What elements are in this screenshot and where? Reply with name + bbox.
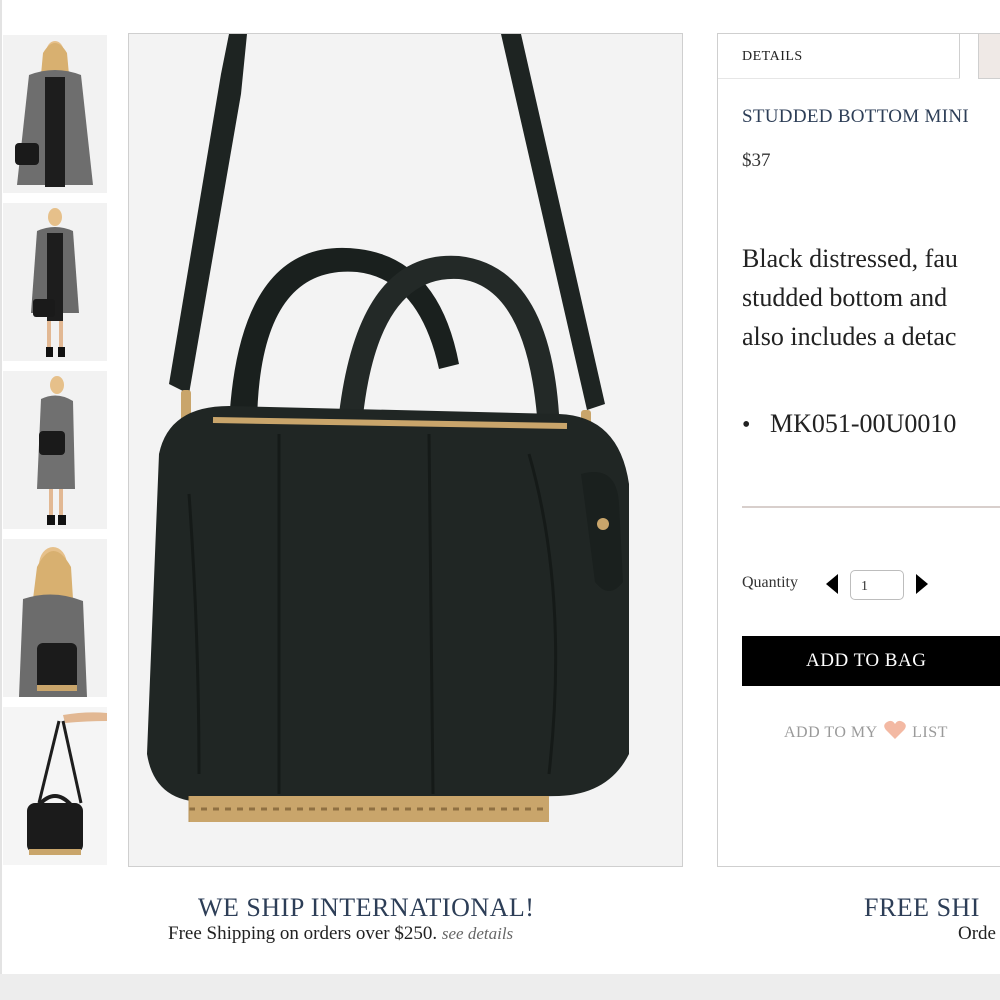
- description-line-3: also includes a detac: [742, 322, 957, 351]
- product-attributes: MK051-00U0010: [742, 409, 956, 439]
- thumbnail-4[interactable]: [2, 538, 108, 698]
- tab-secondary[interactable]: [978, 34, 1000, 79]
- product-description: Black distressed, fau studded bottom and…: [742, 239, 1000, 356]
- promo-free-shipping-text: Free Shipping on orders over $250.: [168, 923, 438, 944]
- details-panel: DETAILS STUDDED BOTTOM MINI $37 Black di…: [717, 33, 1000, 867]
- thumbnail-model-closeup-image: [3, 539, 107, 697]
- details-divider: [742, 506, 1000, 508]
- handbag-illustration: [129, 34, 682, 866]
- thumbnail-model-full-image: [3, 203, 107, 361]
- promo-international-title: WE SHIP INTERNATIONAL!: [198, 893, 535, 922]
- wishlist-prefix: ADD TO MY: [784, 724, 878, 741]
- main-product-image[interactable]: [128, 33, 683, 867]
- description-line-2: studded bottom and: [742, 283, 948, 312]
- add-to-bag-button[interactable]: ADD TO BAG: [742, 636, 1000, 686]
- thumbnail-1[interactable]: [2, 34, 108, 194]
- quantity-label: Quantity: [742, 574, 798, 591]
- tab-details[interactable]: DETAILS: [718, 34, 960, 78]
- product-title: STUDDED BOTTOM MINI: [742, 106, 970, 127]
- tab-divider: [718, 78, 960, 79]
- wishlist-suffix: LIST: [912, 724, 948, 741]
- thumbnail-model-side-image: [3, 371, 107, 529]
- see-details-link[interactable]: see details: [442, 924, 513, 943]
- product-price: $37: [742, 150, 771, 171]
- promo-free-shipping-title: FREE SHI: [864, 893, 980, 922]
- thumbnail-5[interactable]: [2, 706, 108, 866]
- add-to-wishlist-link[interactable]: ADD TO MY LIST: [784, 720, 948, 742]
- promo-free-shipping-subtitle: Orde: [958, 923, 996, 944]
- thumbnail-3[interactable]: [2, 370, 108, 530]
- quantity-increase-arrow-icon[interactable]: [916, 574, 928, 594]
- quantity-decrease-arrow-icon[interactable]: [826, 574, 838, 594]
- description-line-1: Black distressed, fau: [742, 244, 958, 273]
- product-sku: MK051-00U0010: [742, 409, 956, 439]
- quantity-input[interactable]: [850, 570, 904, 600]
- promo-international-subtitle: Free Shipping on orders over $250. see d…: [168, 923, 513, 945]
- heart-icon: [883, 720, 906, 739]
- thumbnail-bag-strap-image: [3, 707, 107, 865]
- thumbnail-2[interactable]: [2, 202, 108, 362]
- thumbnail-model-front-image: [3, 35, 107, 193]
- bottom-bar: [0, 974, 1000, 1000]
